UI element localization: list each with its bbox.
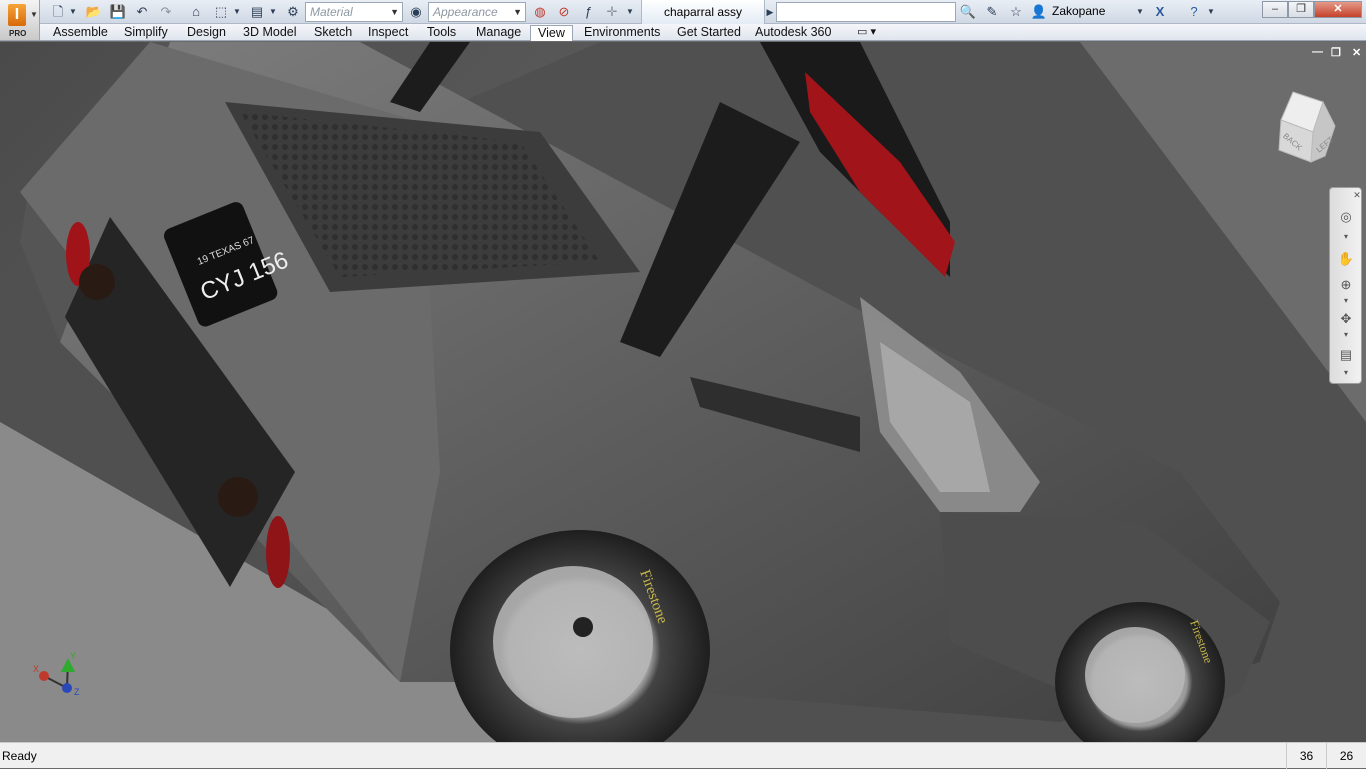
tab-sketch[interactable]: Sketch (314, 25, 352, 41)
minimize-window-button[interactable]: – (1262, 1, 1288, 18)
edition-label: PRO (9, 29, 27, 38)
pan-hand-icon[interactable]: ✋ (1337, 250, 1355, 268)
subscription-icon[interactable]: ✎ (982, 3, 1002, 21)
save-icon[interactable]: 💾 (108, 3, 128, 21)
undo-icon[interactable]: ↶ (132, 3, 152, 21)
search-icon[interactable]: 🔍 (958, 3, 978, 21)
tab-inspect[interactable]: Inspect (368, 25, 408, 41)
view-cube[interactable]: BACK LEFT (1265, 90, 1345, 170)
material-select-value: Material (310, 5, 353, 19)
tab-3d-model[interactable]: 3D Model (243, 25, 297, 41)
status-count-occurrences: 36 (1286, 743, 1326, 769)
home-icon[interactable]: ⌂ (186, 3, 206, 21)
chevron-down-icon[interactable]: ▾ (1337, 228, 1355, 246)
tab-view[interactable]: View (530, 25, 573, 41)
ribbon-tab-bar: Assemble Simplify Design 3D Model Sketch… (0, 24, 1366, 41)
steering-wheel-icon[interactable]: ◎ (1337, 208, 1355, 226)
new-dropdown-icon[interactable]: ▼ (68, 3, 78, 21)
document-title: chaparral assy (641, 0, 765, 24)
status-bar: Ready 36 26 (0, 742, 1366, 769)
viewport-close-icon[interactable]: ✕ (1352, 46, 1361, 59)
favorites-star-icon[interactable]: ☆ (1006, 3, 1026, 21)
appearance-select-value: Appearance (433, 5, 498, 19)
tab-environments[interactable]: Environments (584, 25, 660, 41)
viewport-restore-icon[interactable]: ❐ (1331, 46, 1341, 59)
open-file-icon[interactable]: 📂 (84, 3, 104, 21)
new-file-icon[interactable]: 🗋 (48, 3, 68, 21)
project-dropdown-icon[interactable]: ▼ (268, 3, 278, 21)
user-icon[interactable]: 👤 (1030, 3, 1048, 21)
appearance-select[interactable]: Appearance ▼ (428, 2, 526, 22)
help-dropdown-icon[interactable]: ▼ (1206, 3, 1216, 21)
customize-navbar-icon[interactable]: ▾ (1337, 364, 1355, 382)
update-icon[interactable]: ⚙ (284, 3, 302, 21)
viewport-minimize-icon[interactable]: — (1312, 46, 1323, 58)
chevron-down-icon[interactable]: ▾ (1337, 326, 1355, 344)
tab-get-started[interactable]: Get Started (677, 25, 741, 41)
inventor-logo-icon: I (8, 4, 26, 26)
triad-x-label: X (33, 664, 39, 674)
appearance-palette-icon[interactable]: ◉ (406, 3, 426, 21)
status-text: Ready (2, 749, 37, 763)
select-dropdown-icon[interactable]: ▼ (232, 3, 242, 21)
select-mode-icon[interactable]: ⬚ (210, 3, 232, 21)
user-dropdown-icon[interactable]: ▼ (1135, 3, 1145, 21)
triad-z-label: Z (74, 687, 80, 697)
quick-access-toolbar: I PRO ▼ 🗋 ▼ 📂 💾 ↶ ↷ ⌂ ⬚ ▼ ▤ ▼ ⚙ Material… (0, 0, 1366, 41)
navbar-close-icon[interactable]: ✕ (1352, 186, 1362, 204)
tab-tools[interactable]: Tools (427, 25, 456, 41)
project-icon[interactable]: ▤ (246, 3, 268, 21)
exchange-apps-icon[interactable]: X (1150, 3, 1170, 21)
measure-icon[interactable]: ✛ (602, 3, 622, 21)
ribbon-display-toggle-icon[interactable]: ▭ ▾ (857, 25, 876, 41)
graphics-viewport[interactable]: 19 TEXAS 67 CYJ 156 Firestone Firestone (0, 42, 1366, 742)
tab-assemble[interactable]: Assemble (53, 25, 108, 41)
adjust-appearance-icon[interactable]: ◍ (530, 3, 550, 21)
tab-design[interactable]: Design (187, 25, 226, 41)
chevron-down-icon: ▼ (390, 7, 399, 17)
user-name[interactable]: Zakopane (1052, 4, 1105, 18)
status-count-documents: 26 (1326, 743, 1366, 769)
coordinate-triad: X Y Z (33, 651, 80, 697)
material-select[interactable]: Material ▼ (305, 2, 403, 22)
parameters-fx-icon[interactable]: ƒ (578, 3, 598, 21)
triad-y-label: Y (70, 651, 76, 661)
customize-qat-icon[interactable]: ▼ (624, 3, 636, 21)
tab-manage[interactable]: Manage (476, 25, 521, 41)
navigation-bar: ✕ ◎ ▾ ✋ ⊕ ▾ ✥ ▾ ▤ ▾ (1329, 187, 1362, 384)
maximize-window-button[interactable]: ❐ (1288, 1, 1314, 18)
chevron-right-icon[interactable]: ▶ (765, 3, 775, 21)
look-at-icon[interactable]: ▤ (1337, 346, 1355, 364)
tab-autodesk-360[interactable]: Autodesk 360 (755, 25, 831, 41)
help-icon[interactable]: ? (1184, 3, 1204, 21)
application-menu-button[interactable]: I PRO ▼ (0, 0, 40, 41)
tab-simplify[interactable]: Simplify (124, 25, 168, 41)
chevron-down-icon: ▼ (30, 10, 38, 19)
chevron-down-icon[interactable]: ▾ (1337, 292, 1355, 310)
car-model-render: 19 TEXAS 67 CYJ 156 Firestone Firestone (0, 42, 1366, 742)
chevron-down-icon: ▼ (513, 7, 522, 17)
search-input[interactable] (776, 2, 956, 22)
redo-icon[interactable]: ↷ (156, 3, 176, 21)
clear-appearance-icon[interactable]: ⊘ (554, 3, 574, 21)
close-window-button[interactable]: ✕ (1314, 1, 1362, 18)
